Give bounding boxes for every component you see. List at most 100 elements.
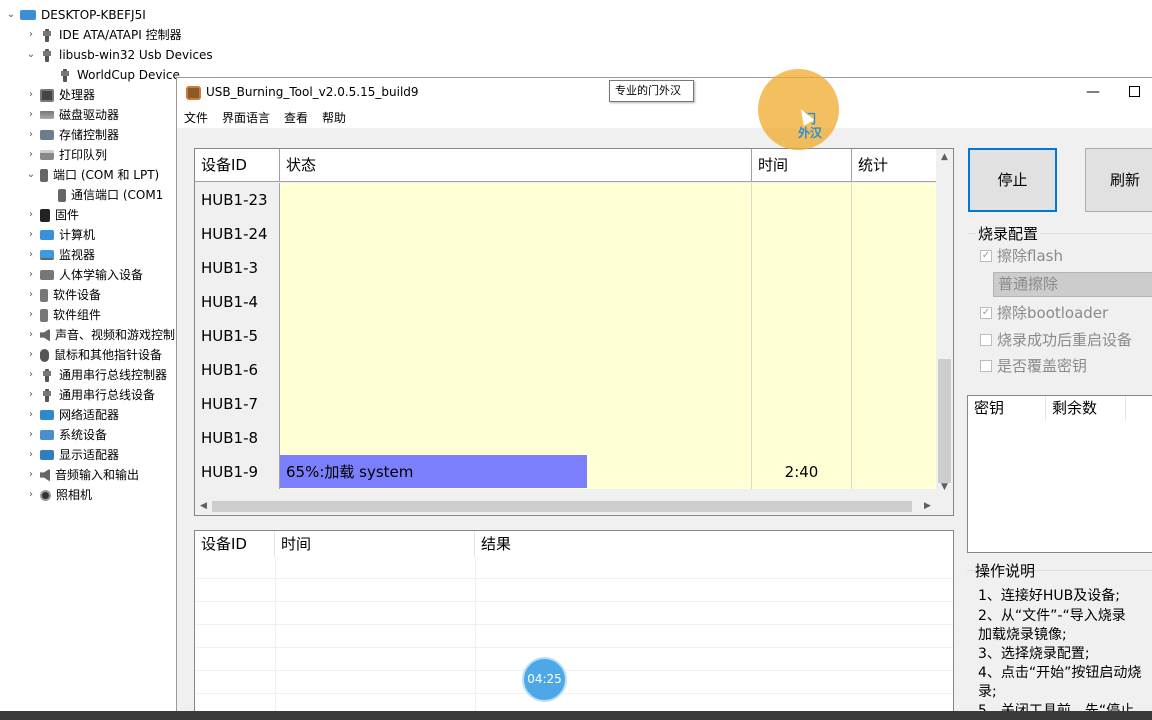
cell-stats bbox=[852, 455, 936, 489]
device-grid[interactable]: 设备ID 状态 时间 统计 HUB1-23 HUB1-24 HUB1-3 HUB1-4… bbox=[194, 148, 954, 516]
tree-item[interactable]: › 通用串行总线控制器 bbox=[24, 365, 167, 385]
erase-mode-select[interactable]: 普通擦除 bbox=[993, 272, 1152, 297]
chevron-right-icon[interactable]: › bbox=[24, 445, 38, 465]
cell-stats bbox=[852, 183, 936, 217]
tree-item[interactable]: › 鼠标和其他指针设备 bbox=[24, 345, 162, 365]
chevron-right-icon[interactable]: › bbox=[24, 205, 38, 225]
tree-item[interactable]: › 网络适配器 bbox=[24, 405, 119, 425]
stop-button[interactable]: 停止 bbox=[968, 148, 1057, 212]
timer-badge[interactable]: 04:25 bbox=[522, 657, 567, 702]
chevron-right-icon[interactable]: › bbox=[24, 265, 38, 285]
header-status[interactable]: 状态 bbox=[280, 149, 752, 182]
header-stats[interactable]: 统计 bbox=[852, 149, 936, 182]
tree-item[interactable]: › 系统设备 bbox=[24, 425, 107, 445]
minimize-button[interactable]: — bbox=[1083, 82, 1103, 102]
reboot-after-checkbox[interactable]: 烧录成功后重启设备 bbox=[980, 329, 1132, 350]
tree-item[interactable]: WorldCup Device bbox=[42, 65, 180, 85]
tree-item[interactable]: › 监视器 bbox=[24, 245, 95, 265]
menu-view[interactable]: 查看 bbox=[277, 108, 315, 128]
chevron-right-icon[interactable]: › bbox=[24, 385, 38, 405]
tree-item[interactable]: › 打印队列 bbox=[24, 145, 107, 165]
scroll-right-icon[interactable]: ▶ bbox=[919, 498, 936, 515]
chevron-right-icon[interactable]: › bbox=[24, 465, 38, 485]
table-row[interactable]: HUB1-23 bbox=[195, 183, 936, 217]
tree-item[interactable]: 通信端口 (COM1 bbox=[42, 185, 163, 205]
scroll-down-icon[interactable]: ▼ bbox=[936, 479, 953, 496]
chevron-right-icon[interactable]: › bbox=[24, 125, 38, 145]
chevron-right-icon[interactable]: › bbox=[24, 405, 38, 425]
tree-item-label: 鼠标和其他指针设备 bbox=[54, 348, 163, 362]
tree-item[interactable]: › 软件组件 bbox=[24, 305, 101, 325]
chevron-right-icon[interactable]: › bbox=[24, 345, 38, 365]
chevron-down-icon[interactable]: ⌄ bbox=[4, 5, 18, 25]
usb-controller-icon bbox=[40, 368, 54, 382]
tree-item[interactable]: › 处理器 bbox=[24, 85, 95, 105]
maximize-button[interactable] bbox=[1129, 86, 1140, 97]
table-row[interactable]: HUB1-5 bbox=[195, 319, 936, 353]
table-row[interactable]: HUB1-24 bbox=[195, 217, 936, 251]
horizontal-scrollbar[interactable]: ◀ ▶ bbox=[195, 498, 936, 515]
disk-drive-icon bbox=[40, 111, 54, 119]
log-header-result[interactable]: 结果 bbox=[475, 531, 953, 557]
header-device-id[interactable]: 设备ID bbox=[195, 149, 280, 182]
header-time[interactable]: 时间 bbox=[752, 149, 852, 182]
table-row[interactable]: HUB1-4 bbox=[195, 285, 936, 319]
refresh-button[interactable]: 刷新 bbox=[1085, 148, 1152, 212]
tree-item[interactable]: › IDE ATA/ATAPI 控制器 bbox=[24, 25, 182, 45]
tree-item[interactable]: › 固件 bbox=[24, 205, 79, 225]
table-row[interactable]: HUB1-3 bbox=[195, 251, 936, 285]
chevron-right-icon[interactable]: › bbox=[24, 425, 38, 445]
tree-root[interactable]: ⌄ DESKTOP-KBEFJ5I bbox=[4, 5, 146, 25]
table-row[interactable]: HUB1-8 bbox=[195, 421, 936, 455]
scrollbar-thumb[interactable] bbox=[938, 359, 951, 483]
menu-file[interactable]: 文件 bbox=[177, 108, 215, 128]
chevron-down-icon[interactable]: ⌄ bbox=[24, 165, 38, 185]
table-row[interactable]: HUB1-9 65%:加载 system 2:40 bbox=[195, 455, 936, 489]
tree-item[interactable]: › 软件设备 bbox=[24, 285, 101, 305]
tree-item[interactable]: › 照相机 bbox=[24, 485, 92, 505]
tree-item[interactable]: › 计算机 bbox=[24, 225, 95, 245]
tree-item[interactable]: ⌄ libusb-win32 Usb Devices bbox=[24, 45, 213, 65]
chevron-right-icon[interactable]: › bbox=[24, 225, 38, 245]
tree-item[interactable]: › 音频输入和输出 bbox=[24, 465, 139, 485]
menu-help[interactable]: 帮助 bbox=[315, 108, 353, 128]
menu-language[interactable]: 界面语言 bbox=[215, 108, 277, 128]
erase-flash-checkbox[interactable]: ✓ 擦除flash bbox=[980, 245, 1063, 266]
result-log-list[interactable]: 设备ID 时间 结果 bbox=[194, 530, 954, 720]
tree-item[interactable]: › 磁盘驱动器 bbox=[24, 105, 119, 125]
reboot-after-label: 烧录成功后重启设备 bbox=[997, 331, 1133, 349]
tree-item[interactable]: ⌄ 端口 (COM 和 LPT) bbox=[24, 165, 159, 185]
tree-item[interactable]: › 显示适配器 bbox=[24, 445, 119, 465]
key-list[interactable]: 密钥 剩余数 bbox=[967, 395, 1152, 553]
key-header-remaining[interactable]: 剩余数 bbox=[1046, 396, 1126, 420]
log-header-device-id[interactable]: 设备ID bbox=[195, 531, 275, 557]
chevron-right-icon[interactable]: › bbox=[24, 485, 38, 505]
hscrollbar-thumb[interactable] bbox=[212, 501, 912, 512]
log-header-time[interactable]: 时间 bbox=[275, 531, 475, 557]
table-row[interactable]: HUB1-6 bbox=[195, 353, 936, 387]
tree-item[interactable]: › 声音、视频和游戏控制 bbox=[24, 325, 175, 345]
chevron-right-icon[interactable]: › bbox=[24, 85, 38, 105]
chevron-right-icon[interactable]: › bbox=[24, 105, 38, 125]
scroll-up-icon[interactable]: ▲ bbox=[936, 149, 953, 166]
chevron-right-icon[interactable]: › bbox=[24, 325, 38, 345]
chevron-right-icon[interactable]: › bbox=[24, 365, 38, 385]
chevron-right-icon[interactable]: › bbox=[24, 305, 38, 325]
table-row[interactable]: HUB1-7 bbox=[195, 387, 936, 421]
tree-item[interactable]: › 存储控制器 bbox=[24, 125, 119, 145]
chevron-down-icon[interactable]: ⌄ bbox=[24, 45, 38, 65]
chevron-right-icon[interactable]: › bbox=[24, 25, 38, 45]
vertical-scrollbar[interactable]: ▲ ▼ bbox=[936, 149, 953, 496]
usb-device-icon bbox=[58, 68, 72, 82]
chevron-right-icon[interactable]: › bbox=[24, 285, 38, 305]
chevron-right-icon[interactable]: › bbox=[24, 245, 38, 265]
key-header-key[interactable]: 密钥 bbox=[968, 396, 1046, 420]
chevron-right-icon[interactable]: › bbox=[24, 145, 38, 165]
tree-item[interactable]: › 人体学输入设备 bbox=[24, 265, 143, 285]
tree-item[interactable]: › 通用串行总线设备 bbox=[24, 385, 155, 405]
scroll-left-icon[interactable]: ◀ bbox=[195, 498, 212, 515]
cell-device-id: HUB1-8 bbox=[195, 421, 280, 455]
cell-stats bbox=[852, 353, 936, 387]
overwrite-key-checkbox[interactable]: 是否覆盖密钥 bbox=[980, 355, 1087, 376]
erase-bootloader-checkbox[interactable]: ✓ 擦除bootloader bbox=[980, 302, 1108, 323]
